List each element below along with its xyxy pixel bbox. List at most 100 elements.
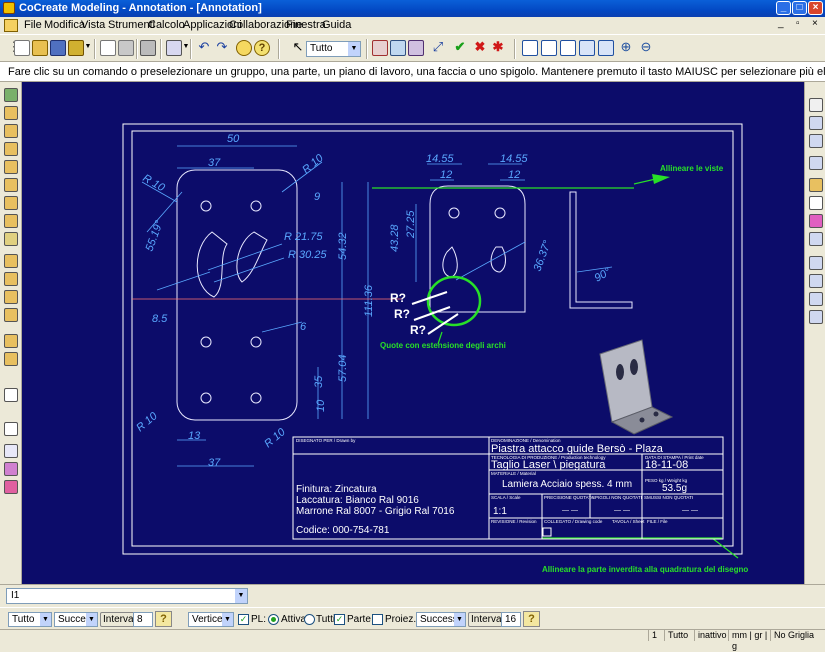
dim-6[interactable]: 6 bbox=[300, 321, 307, 333]
tool-icon-19[interactable] bbox=[4, 462, 18, 476]
maximize-button[interactable]: □ bbox=[792, 1, 807, 15]
dim-r10-d[interactable]: R 10 bbox=[262, 426, 288, 451]
tool-icon-12[interactable] bbox=[4, 290, 18, 304]
tool-icon-1[interactable] bbox=[4, 88, 18, 102]
rtool-abc-icon[interactable] bbox=[809, 196, 823, 210]
dim-r10-b[interactable]: R 10 bbox=[300, 152, 326, 177]
tb-material[interactable]: Lamiera Acciaio spess. 4 mm bbox=[502, 479, 632, 490]
dim-10[interactable]: 10 bbox=[315, 399, 327, 412]
dim-angle-36[interactable]: 36.37° bbox=[532, 238, 554, 273]
text-abc-icon-2[interactable] bbox=[4, 422, 18, 436]
play-icon[interactable] bbox=[809, 98, 823, 112]
proiez-checkbox[interactable] bbox=[372, 614, 383, 625]
help-query-button-2[interactable]: ? bbox=[523, 611, 540, 627]
doc-close-button[interactable]: × bbox=[812, 18, 818, 29]
rtool-icon-2[interactable] bbox=[809, 116, 823, 130]
annotation-align-views[interactable]: Allineare le viste bbox=[660, 164, 724, 173]
dim-r21[interactable]: R 21.75 bbox=[284, 231, 323, 243]
pl-checkbox[interactable]: ✓ bbox=[238, 614, 249, 625]
select-faces-icon[interactable] bbox=[372, 40, 388, 56]
tb-weight[interactable]: 53.5g bbox=[662, 483, 687, 494]
menu-vista[interactable]: Vista bbox=[81, 19, 105, 31]
undo-icon[interactable]: ↶ bbox=[196, 39, 212, 55]
tool-icon-7[interactable] bbox=[4, 196, 18, 210]
pointer-icon[interactable]: ↖ bbox=[290, 39, 306, 55]
tool-icon-15[interactable] bbox=[4, 352, 18, 366]
dim-35[interactable]: 35 bbox=[313, 375, 325, 388]
r-label-3[interactable]: R? bbox=[410, 323, 426, 337]
close-button[interactable]: × bbox=[808, 1, 823, 15]
abort-icon[interactable]: ✱ bbox=[490, 39, 506, 55]
interval-input-2[interactable]: 16 bbox=[501, 612, 521, 627]
dim-angle-55[interactable]: 55.19° bbox=[144, 218, 166, 253]
select-edges-icon[interactable] bbox=[390, 40, 406, 56]
dim-12-b[interactable]: 12 bbox=[508, 169, 520, 181]
tb-paint2[interactable]: Marrone Ral 8007 - Grigio Ral 7016 bbox=[296, 506, 455, 517]
r-label-2[interactable]: R? bbox=[394, 307, 410, 321]
select-next-1[interactable]: Successiv▼ bbox=[54, 612, 98, 627]
dim-angle-90[interactable]: 90° bbox=[593, 266, 614, 285]
dim-54[interactable]: 54.32 bbox=[337, 232, 349, 260]
dim-14-55-a[interactable]: 14.55 bbox=[426, 153, 454, 165]
dim-14-55-b[interactable]: 14.55 bbox=[500, 153, 528, 165]
tool-icon-2[interactable] bbox=[4, 106, 18, 120]
dim-r30[interactable]: R 30.25 bbox=[288, 249, 327, 261]
radio-attiva[interactable] bbox=[268, 614, 279, 625]
tb-paint1[interactable]: Laccatura: Bianco Ral 9016 bbox=[296, 495, 419, 506]
tool-icon-10[interactable] bbox=[4, 254, 18, 268]
new-file-icon[interactable] bbox=[14, 40, 30, 56]
lightbulb-icon[interactable] bbox=[236, 40, 252, 56]
part-3d-preview[interactable] bbox=[599, 339, 674, 435]
rtool-icon-5[interactable] bbox=[809, 178, 823, 192]
dim-57[interactable]: 57.04 bbox=[337, 354, 349, 382]
open-folder-icon[interactable] bbox=[32, 40, 48, 56]
zoom-window-icon[interactable] bbox=[541, 40, 557, 56]
copy-icon[interactable] bbox=[100, 40, 116, 56]
move-icon[interactable]: ⤢ bbox=[430, 39, 446, 55]
dim-r10-a[interactable]: R 10 bbox=[141, 172, 168, 194]
tool-icon-5[interactable] bbox=[4, 160, 18, 174]
parte-checkbox[interactable]: ✓ bbox=[334, 614, 345, 625]
status-units[interactable]: mm | gr | g bbox=[728, 630, 768, 651]
dim-37-top[interactable]: 37 bbox=[208, 157, 221, 169]
dim-12-a[interactable]: 12 bbox=[440, 169, 452, 181]
status-grid[interactable]: No Griglia bbox=[770, 630, 825, 641]
tool-icon-14[interactable] bbox=[4, 334, 18, 348]
tool-icon-4[interactable] bbox=[4, 142, 18, 156]
tool-icon-8[interactable] bbox=[4, 214, 18, 228]
tb-scale[interactable]: 1:1 bbox=[493, 506, 507, 517]
select-scope-1[interactable]: Tutto ▼ bbox=[8, 612, 52, 627]
interval-input-1[interactable]: 8 bbox=[133, 612, 153, 627]
drawing-sheet[interactable]: 50 37 13 37 R 10 R 10 R 10 R 10 R 21.75 … bbox=[22, 82, 804, 584]
menu-guida[interactable]: Guida bbox=[322, 19, 351, 31]
annotation-arc-extension[interactable]: Quote con estensione degli archi bbox=[380, 341, 506, 350]
doc-restore-button[interactable]: ▫ bbox=[796, 18, 800, 29]
tool-icon-20[interactable] bbox=[4, 480, 18, 494]
rtool-icon-4[interactable] bbox=[809, 156, 823, 170]
tb-finish[interactable]: Finitura: Zincatura bbox=[296, 484, 377, 495]
dim-50[interactable]: 50 bbox=[227, 133, 240, 145]
dim-13[interactable]: 13 bbox=[188, 430, 201, 442]
minimize-button[interactable]: _ bbox=[776, 1, 791, 15]
paste-icon[interactable] bbox=[118, 40, 134, 56]
tb-date[interactable]: 18-11-08 bbox=[645, 459, 688, 471]
tb-denomination[interactable]: Piastra attacco guide Bersò - Plaza bbox=[491, 443, 664, 455]
select-next-2[interactable]: Successiva ▼ bbox=[416, 612, 466, 627]
menu-file[interactable]: File bbox=[24, 19, 42, 31]
annotation-align-part[interactable]: Allineare la parte inverdita alla quadra… bbox=[542, 565, 748, 574]
rtool-icon-12[interactable] bbox=[809, 310, 823, 324]
tb-technology[interactable]: Taglio Laser \ piegatura bbox=[491, 459, 606, 471]
document-icon[interactable] bbox=[4, 19, 18, 32]
menu-calcolo[interactable]: Calcolo bbox=[148, 19, 185, 31]
tb-code[interactable]: Codice: 000-754-781 bbox=[296, 525, 390, 536]
filter-select[interactable]: Tutto ▼ bbox=[306, 41, 361, 57]
select-vertices-icon[interactable] bbox=[408, 40, 424, 56]
rtool-icon-11[interactable] bbox=[809, 292, 823, 306]
tool-icon-3[interactable] bbox=[4, 124, 18, 138]
tool-icon-11[interactable] bbox=[4, 272, 18, 286]
zoom-out-icon[interactable]: ⊖ bbox=[638, 39, 654, 55]
rtool-icon-9[interactable] bbox=[809, 256, 823, 270]
ok-check-icon[interactable]: ✔ bbox=[452, 39, 468, 55]
tool-icon-6[interactable] bbox=[4, 178, 18, 192]
select-vertex[interactable]: Vertice ▼ bbox=[188, 612, 234, 627]
